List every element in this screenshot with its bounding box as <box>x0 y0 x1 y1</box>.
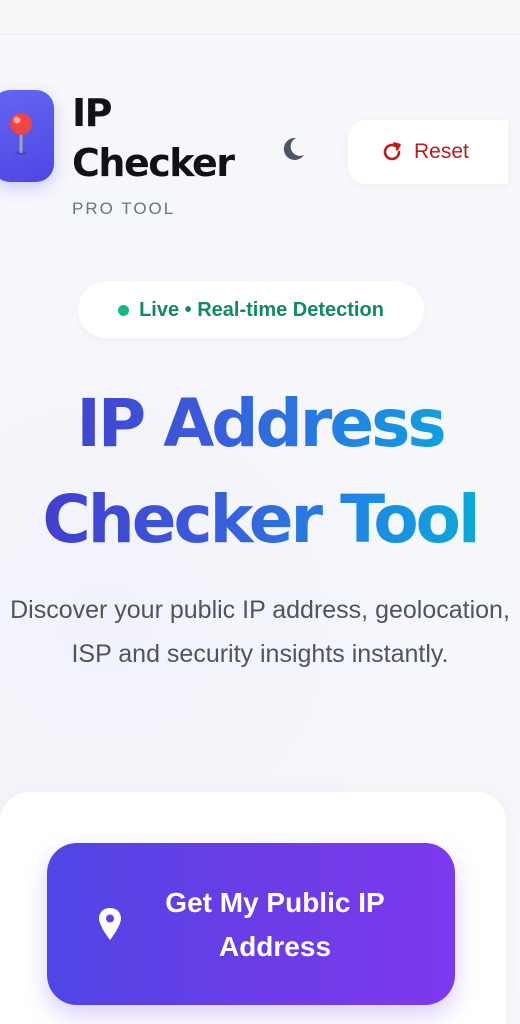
brand-subtitle: PRO TOOL <box>72 199 176 218</box>
live-status-text: Live • Real-time Detection <box>139 298 384 321</box>
browser-top-bar <box>0 0 520 35</box>
get-public-ip-label: Get My Public IP Address <box>165 887 385 962</box>
reset-label: Reset <box>414 140 469 163</box>
refresh-icon <box>383 142 401 161</box>
reset-button[interactable]: Reset <box>348 120 508 184</box>
moon-icon <box>283 137 304 160</box>
live-status-badge: Live • Real-time Detection <box>78 282 424 338</box>
map-pin-icon <box>10 113 32 155</box>
location-pin-icon <box>99 908 121 940</box>
hero-title: IP Address Checker Tool <box>0 376 520 568</box>
app-logo <box>0 90 54 182</box>
theme-toggle-button[interactable] <box>276 132 310 166</box>
hero-description: Discover your public IP address, geoloca… <box>10 596 510 668</box>
get-public-ip-button[interactable]: Get My Public IP Address <box>47 843 455 1005</box>
live-dot-icon <box>118 304 130 316</box>
brand-title: IP Checker <box>72 91 235 185</box>
